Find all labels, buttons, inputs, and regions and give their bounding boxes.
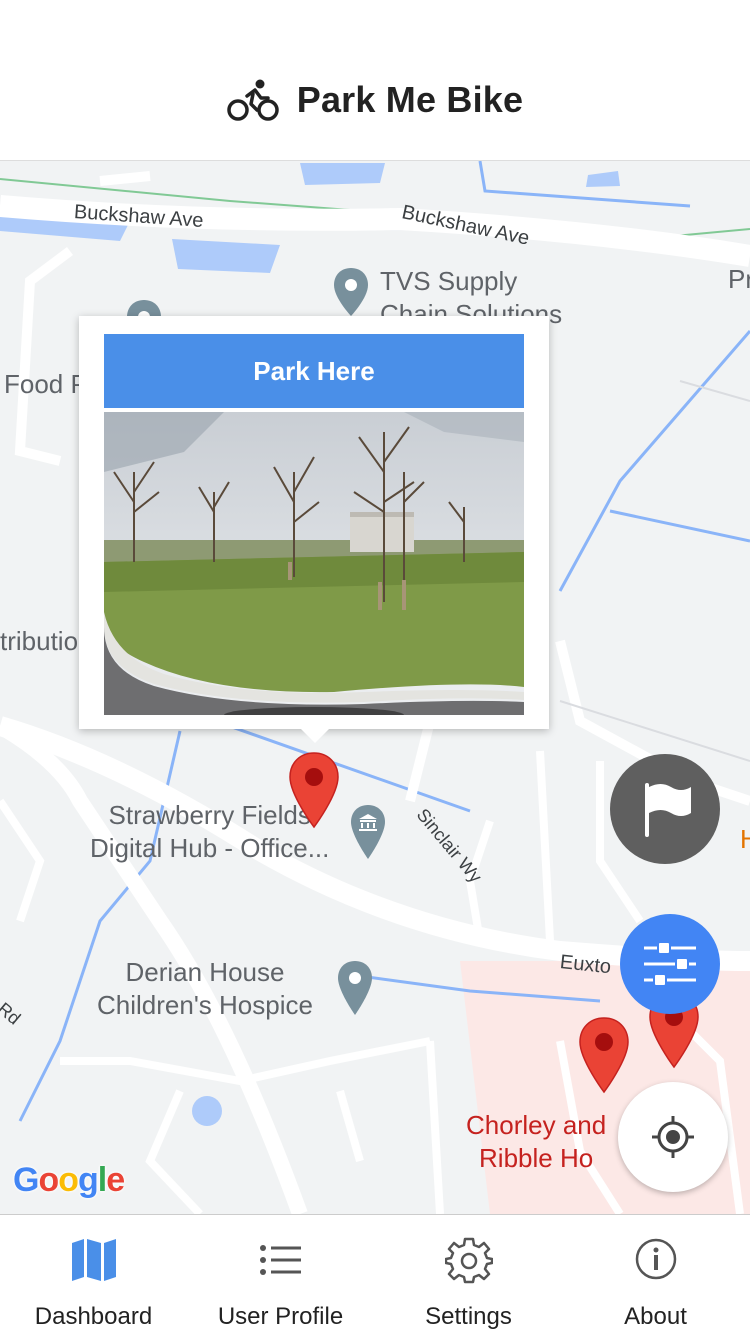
tab-settings[interactable]: Settings [375,1215,562,1335]
map-icon [71,1239,116,1281]
gear-icon [444,1237,493,1284]
google-logo-letter: g [78,1161,99,1199]
google-logo-letter: G [13,1161,39,1199]
tab-icon-wrap [187,1237,374,1287]
tab-icon-wrap [562,1237,749,1287]
poi-pin-museum-icon[interactable] [348,803,388,861]
bike-icon [226,79,279,121]
info-popup: Park Here [79,316,549,743]
street-view-image [104,412,524,715]
tab-dashboard[interactable]: Dashboard [0,1215,187,1335]
partial-label: H [740,824,750,854]
partial-label: tributio [0,626,79,656]
bottom-tab-bar: Dashboard User Profile Settings About [0,1214,750,1335]
app-title: Park Me Bike [296,79,524,120]
parking-marker-icon[interactable] [287,751,341,829]
poi-pin-icon[interactable] [331,266,371,318]
place-label-line: Derian House [125,957,285,987]
google-logo: Google [13,1161,125,1200]
tab-label: About [624,1303,687,1330]
partial-label: Food P [4,369,88,399]
place-label-hospital: Chorley and Ribble Ho [466,1109,606,1175]
google-logo-text: Google [13,1161,125,1199]
place-label: Derian House Children's Hospice [97,956,313,1022]
park-here-button[interactable]: Park Here [104,334,524,408]
crosshair-icon [652,1116,694,1158]
sliders-icon [644,941,696,987]
parking-marker-icon[interactable] [577,1016,631,1094]
header-title-row: Park Me Bike [0,78,750,122]
google-logo-letter: l [97,1161,108,1199]
place-label-line: Children's Hospice [97,990,313,1020]
my-location-button[interactable] [618,1082,728,1192]
tab-label: Settings [425,1303,512,1330]
list-icon [259,1245,301,1275]
google-logo-letter: o [58,1161,79,1199]
poi-pin-icon[interactable] [335,959,375,1017]
partial-label: Pr [728,264,750,294]
map-view[interactable]: Buckshaw Ave Buckshaw Ave Sinclair Wy Eu… [0,161,750,1214]
tab-user-profile[interactable]: User Profile [187,1215,374,1335]
place-label-line: TVS Supply [380,266,518,296]
flag-icon [645,783,691,837]
google-logo-letter: e [106,1161,125,1199]
app-header: Park Me Bike [0,0,750,161]
flag-button[interactable] [610,754,720,864]
tab-about[interactable]: About [562,1215,749,1335]
tab-icon-wrap [375,1237,562,1287]
google-logo-letter: o [38,1161,59,1199]
tab-label: Dashboard [34,1303,153,1330]
place-label-line: Ribble Ho [479,1143,594,1173]
place-label-line: Digital Hub - Office... [90,833,330,863]
filter-button[interactable] [620,914,720,1014]
place-label-line: Chorley and [466,1110,607,1140]
tab-label: User Profile [217,1303,344,1330]
info-icon [635,1238,676,1280]
tab-icon-wrap [0,1237,187,1287]
